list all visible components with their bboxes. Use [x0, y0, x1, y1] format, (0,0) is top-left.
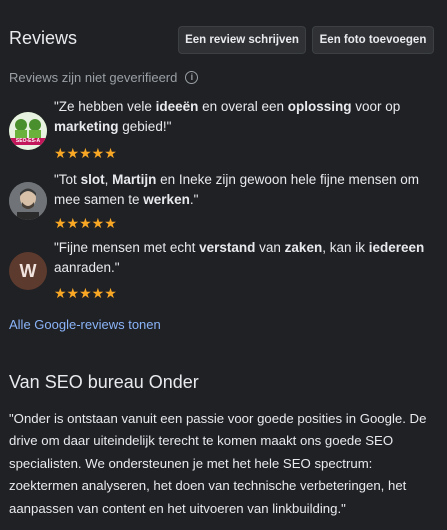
add-photo-button[interactable]: Een foto toevoegen — [312, 26, 434, 54]
review-item: W "Fijne mensen met echt verstand van za… — [9, 240, 439, 300]
review-text-part: gebied!" — [118, 119, 172, 134]
review-text-part: en overal een — [198, 99, 288, 114]
review-text-part: "Fijne mensen met echt — [54, 240, 200, 255]
review-keyword: werken — [143, 192, 190, 207]
review-item: "Tot slot, Martijn en Ineke zijn gewoon … — [9, 172, 439, 232]
review-keyword: verstand — [199, 240, 256, 255]
avatar-photo-image — [9, 182, 47, 220]
review-item: SEO-ES-A "Ze hebben vele ideeën en overa… — [9, 99, 439, 162]
review-text-part: "Ze hebben vele — [54, 99, 156, 114]
review-keyword: slot — [80, 172, 105, 187]
write-review-button[interactable]: Een review schrijven — [178, 26, 306, 54]
about-title: Van SEO bureau Onder — [9, 372, 199, 392]
review-text-part: ." — [189, 192, 199, 207]
review-keyword: zaken — [284, 240, 323, 255]
star-rating: ★★★★★ — [54, 215, 117, 231]
reviews-header: Reviews Een review schrijven Een foto to… — [0, 0, 447, 80]
avatar-label: SEO-ES-A — [15, 138, 41, 144]
review-text: "Ze hebben vele ideeën en overal een opl… — [54, 97, 439, 137]
about-description: "Onder is ontstaan vanuit een passie voo… — [9, 411, 427, 516]
review-text: "Tot slot, Martijn en Ineke zijn gewoon … — [54, 170, 439, 210]
avatar-initial: W — [19, 260, 37, 281]
review-text: "Fijne mensen met echt verstand van zake… — [54, 238, 439, 278]
review-text-part: van — [255, 240, 285, 255]
star-rating: ★★★★★ — [54, 285, 117, 301]
info-icon[interactable]: i — [185, 71, 199, 84]
review-text-part: , — [104, 172, 113, 187]
all-reviews-link[interactable]: Alle Google-reviews tonen — [9, 317, 161, 332]
avatar[interactable]: SEO-ES-A — [9, 112, 47, 150]
review-text-part: voor op — [351, 99, 401, 114]
review-text-part: aanraden." — [54, 260, 120, 275]
avatar[interactable] — [9, 182, 47, 220]
avatar[interactable]: W — [9, 252, 47, 290]
review-keyword: iedereen — [368, 240, 425, 255]
unverified-note: Reviews zijn niet geverifieerd i — [9, 70, 199, 85]
unverified-note-text: Reviews zijn niet geverifieerd — [9, 70, 178, 85]
star-rating: ★★★★★ — [54, 145, 117, 161]
reviews-title: Reviews — [9, 28, 78, 48]
review-keyword: ideeën — [155, 99, 199, 114]
review-keyword: marketing — [54, 119, 119, 134]
review-text-part: , kan ik — [322, 240, 369, 255]
review-keyword: oplossing — [287, 99, 352, 114]
review-keyword: Martijn — [112, 172, 157, 187]
review-text-part: "Tot — [54, 172, 81, 187]
